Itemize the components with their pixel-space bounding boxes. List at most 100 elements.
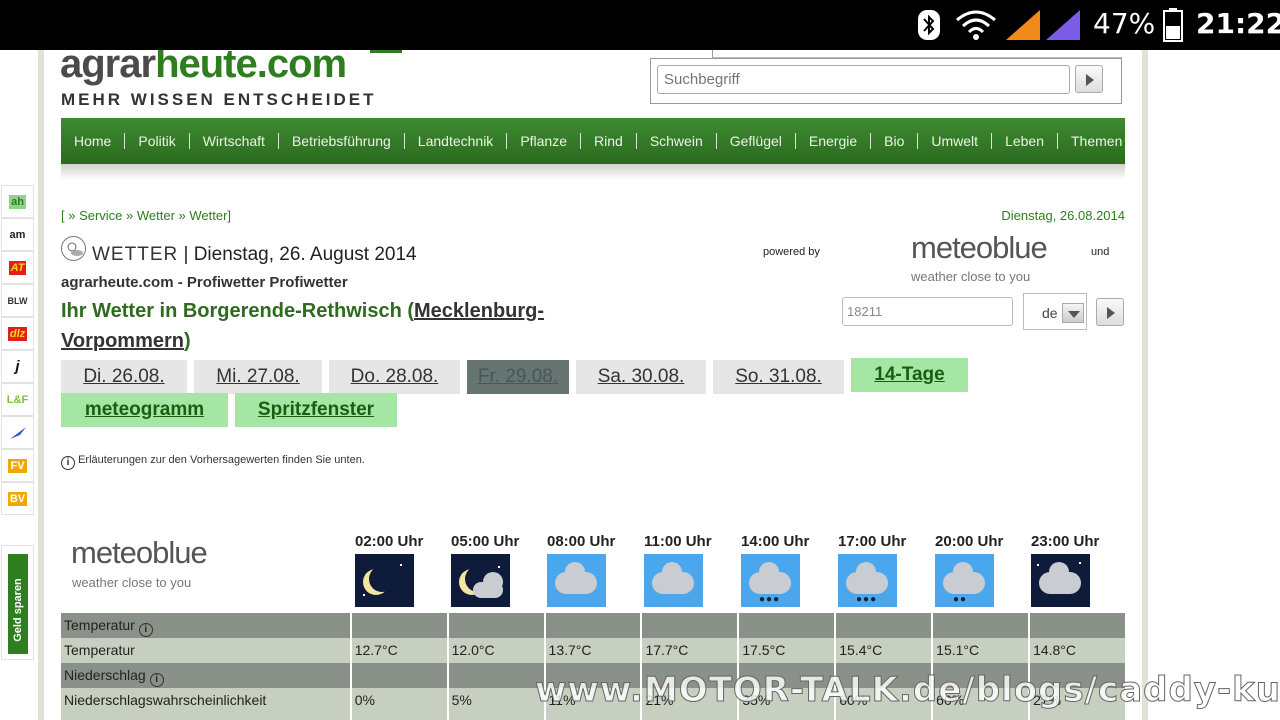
hour-label: 08:00 Uhr bbox=[547, 533, 616, 550]
search-top-bar bbox=[712, 50, 1122, 58]
clock: 21:22 bbox=[1196, 7, 1280, 40]
nav-energie[interactable]: Energie bbox=[796, 133, 872, 149]
cloud-icon bbox=[547, 554, 606, 607]
info-icon[interactable]: i bbox=[61, 456, 75, 470]
main-nav: Home Politik Wirtschaft Betriebsführung … bbox=[61, 118, 1125, 164]
und-label: und bbox=[1091, 246, 1110, 258]
tab-day-so[interactable]: So. 31.08. bbox=[713, 360, 844, 394]
geld-sparen-banner[interactable]: Geld sparen bbox=[1, 545, 34, 660]
sidebar-item-bird[interactable] bbox=[1, 416, 34, 449]
hour-label: 23:00 Uhr bbox=[1031, 533, 1100, 550]
nav-rind[interactable]: Rind bbox=[581, 133, 637, 149]
cloud-rain-icon: ●● bbox=[935, 554, 994, 607]
table-section-temperatur: Temperatur i bbox=[61, 613, 1125, 638]
site-logo[interactable]: agrarheute.com bbox=[60, 50, 347, 87]
table-cell: 12.0°C bbox=[448, 638, 546, 663]
table-cell: 17.7°C bbox=[642, 638, 740, 663]
meteoblue-logo-table[interactable]: meteoblue bbox=[71, 535, 208, 571]
nav-betriebsfuehrung[interactable]: Betriebsführung bbox=[279, 133, 405, 149]
tab-spritzfenster[interactable]: Spritzfenster bbox=[235, 393, 397, 427]
nav-wirtschaft[interactable]: Wirtschaft bbox=[190, 133, 279, 149]
sidebar-item-lf[interactable]: L&F bbox=[1, 383, 34, 416]
subtitle: agrarheute.com - Profiwetter Profiwetter bbox=[61, 274, 348, 291]
table-cell: 5% bbox=[448, 688, 546, 713]
tab-day-di[interactable]: Di. 26.08. bbox=[61, 360, 187, 394]
location-title: Ihr Wetter in Borgerende-Rethwisch (Meck… bbox=[61, 300, 545, 352]
battery-icon bbox=[1163, 8, 1183, 42]
nav-home[interactable]: Home bbox=[61, 133, 126, 149]
tab-day-do[interactable]: Do. 28.08. bbox=[329, 360, 460, 394]
tab-14-tage[interactable]: 14-Tage bbox=[851, 358, 968, 392]
sidebar-item-bv[interactable]: BV bbox=[1, 482, 34, 515]
meteoblue-logo-top[interactable]: meteoblue bbox=[911, 230, 1048, 266]
cloud-icon bbox=[644, 554, 703, 607]
tab-day-mi[interactable]: Mi. 27.08. bbox=[194, 360, 322, 394]
nav-umwelt[interactable]: Umwelt bbox=[918, 133, 993, 149]
table-row-temperatur: Temperatur 12.7°C 12.0°C 13.7°C 17.7°C 1… bbox=[61, 638, 1125, 663]
signal-orange-icon bbox=[1006, 10, 1040, 40]
cloud-rain-icon: ●●● bbox=[741, 554, 800, 607]
language-value: de bbox=[1042, 305, 1058, 321]
language-select[interactable]: de bbox=[1023, 293, 1087, 330]
table-cell: 0% bbox=[351, 688, 449, 713]
table-cell: 15.4°C bbox=[836, 638, 934, 663]
nav-bio[interactable]: Bio bbox=[871, 133, 919, 149]
table-row-partial bbox=[61, 713, 1125, 720]
nav-landtechnik[interactable]: Landtechnik bbox=[405, 133, 508, 149]
bluetooth-icon bbox=[918, 10, 940, 40]
sidebar-item-am[interactable]: am bbox=[1, 218, 34, 251]
nav-pflanze[interactable]: Pflanze bbox=[507, 133, 582, 149]
bird-icon bbox=[9, 426, 26, 439]
sidebar-item-at[interactable]: AT bbox=[1, 251, 34, 284]
info-icon[interactable]: i bbox=[149, 673, 164, 687]
sidebar-item-dlz[interactable]: dlz bbox=[1, 317, 34, 350]
zip-input[interactable]: 18211 bbox=[842, 297, 1013, 326]
page-title: WETTER | Dienstag, 26. August 2014 bbox=[92, 244, 417, 265]
signal-purple-icon bbox=[1046, 10, 1080, 40]
search-input[interactable] bbox=[657, 65, 1070, 94]
info-note: i Erläuterungen zur den Vorhersagewerten… bbox=[61, 454, 365, 470]
logo-decoration bbox=[370, 50, 402, 53]
hour-label: 05:00 Uhr bbox=[451, 533, 520, 550]
site-slogan: MEHR WISSEN ENTSCHEIDET bbox=[61, 90, 377, 109]
moon-clear-icon bbox=[355, 554, 414, 607]
status-bar: 47% 21:22 bbox=[0, 0, 1280, 50]
nav-politik[interactable]: Politik bbox=[125, 133, 190, 149]
tab-day-sa[interactable]: Sa. 30.08. bbox=[576, 360, 706, 394]
meteoblue-tagline-top: weather close to you bbox=[911, 269, 1031, 284]
cloud-rain-icon: ●●● bbox=[838, 554, 897, 607]
info-icon[interactable]: i bbox=[138, 623, 153, 637]
nav-leben[interactable]: Leben bbox=[992, 133, 1058, 149]
night-cloud-icon bbox=[1031, 554, 1090, 607]
powered-by-label: powered by bbox=[763, 246, 820, 258]
sidebar-item-blw[interactable]: BLW bbox=[1, 284, 34, 317]
breadcrumb[interactable]: [ » Service » Wetter » Wetter] bbox=[61, 208, 231, 223]
watermark: www.MOTOR-TALK.de/blogs/caddy-kutscher/ bbox=[534, 670, 1280, 711]
hour-label: 02:00 Uhr bbox=[355, 533, 424, 550]
sidebar-item-j[interactable]: j bbox=[1, 350, 34, 383]
nav-gefluegel[interactable]: Geflügel bbox=[717, 133, 796, 149]
current-date: Dienstag, 26.08.2014 bbox=[1001, 208, 1125, 223]
sidebar-brands: ah am AT BLW dlz j L&F FV BV bbox=[1, 185, 34, 515]
battery-percent: 47% bbox=[1093, 7, 1156, 40]
chevron-down-icon bbox=[1062, 303, 1084, 323]
tab-day-fr[interactable]: Fr. 29.08. bbox=[467, 360, 569, 394]
meteoblue-tagline-table: weather close to you bbox=[72, 575, 192, 590]
moon-cloud-icon bbox=[451, 554, 510, 607]
nav-schwein[interactable]: Schwein bbox=[637, 133, 717, 149]
tab-meteogramm[interactable]: meteogramm bbox=[61, 393, 228, 427]
search-submit-button[interactable] bbox=[1075, 65, 1103, 93]
location-submit-button[interactable] bbox=[1096, 298, 1124, 326]
weather-sun-icon bbox=[61, 236, 86, 261]
wifi-icon bbox=[956, 10, 996, 40]
webpage: agrarheute.com MEHR WISSEN ENTSCHEIDET H… bbox=[0, 50, 1280, 720]
table-cell: 13.7°C bbox=[545, 638, 643, 663]
hour-label: 20:00 Uhr bbox=[935, 533, 1004, 550]
page-frame-left bbox=[38, 50, 44, 720]
geld-sparen-label: Geld sparen bbox=[12, 578, 24, 642]
sidebar-item-ah[interactable]: ah bbox=[1, 185, 34, 218]
nav-themen[interactable]: Themen bbox=[1058, 133, 1135, 149]
sidebar-item-fv[interactable]: FV bbox=[1, 449, 34, 482]
hour-label: 11:00 Uhr bbox=[644, 533, 712, 550]
page-frame-right bbox=[1142, 50, 1148, 720]
